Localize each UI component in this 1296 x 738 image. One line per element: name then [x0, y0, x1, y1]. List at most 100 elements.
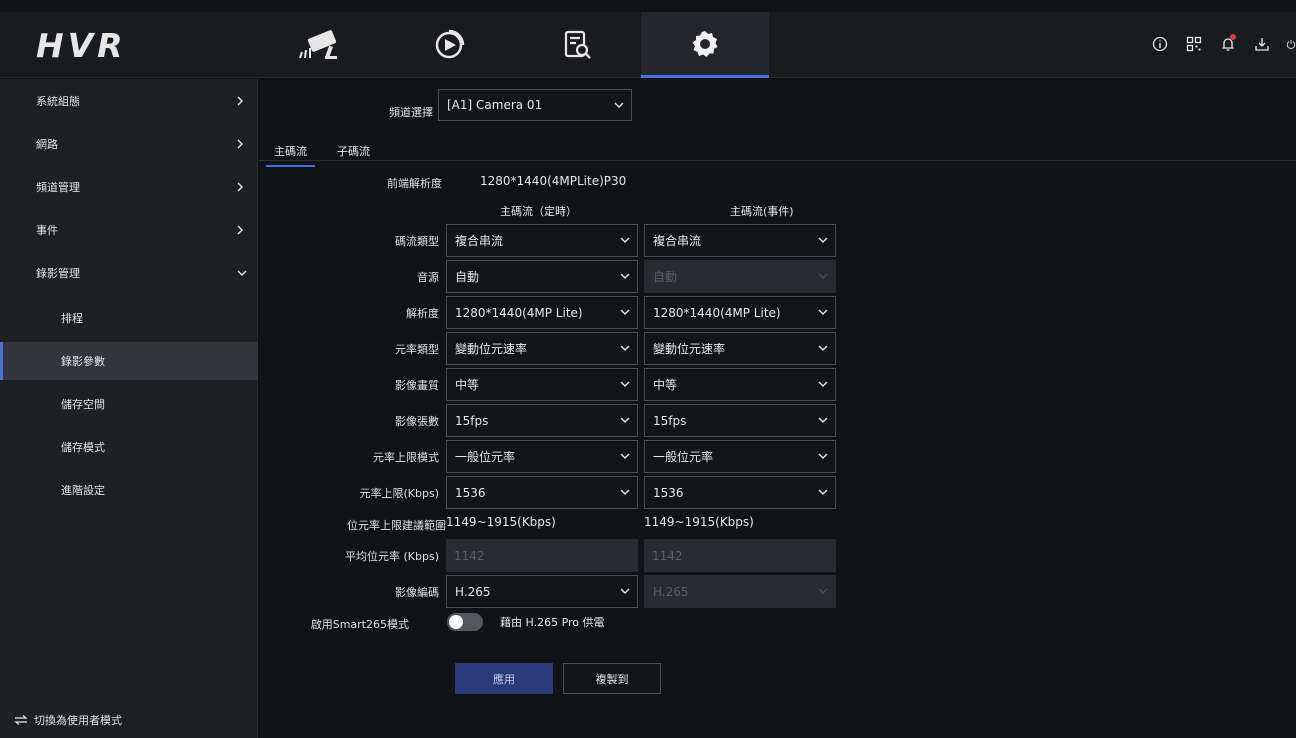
chevron-down-icon — [818, 381, 828, 387]
chevron-right-icon — [237, 139, 243, 149]
gear-icon — [692, 30, 718, 57]
chevron-down-icon — [818, 273, 828, 279]
nav-tab-search[interactable] — [513, 12, 641, 78]
resolution-label: 解析度 — [406, 307, 439, 320]
sidebar-item-storage[interactable]: 儲存空間 — [0, 385, 258, 423]
recommended-range-label: 位元率上限建議範圍 — [347, 519, 446, 532]
apply-button[interactable]: 應用 — [455, 663, 553, 694]
chevron-down-icon — [620, 237, 630, 243]
select-value: 自動 — [455, 270, 480, 284]
bell-icon[interactable] — [1218, 34, 1238, 54]
bitrate-type-label: 元率類型 — [395, 343, 439, 356]
chevron-down-icon — [620, 273, 630, 279]
nav-tab-playback[interactable] — [385, 12, 513, 78]
channel-select[interactable]: [A1] Camera 01 — [438, 89, 632, 121]
info-icon[interactable] — [1150, 34, 1170, 54]
sidebar-item-label: 網路 — [36, 138, 58, 151]
tab-main-stream[interactable]: 主碼流 — [266, 143, 315, 167]
recommended-range-event: 1149~1915(Kbps) — [644, 515, 754, 529]
audio-label: 音源 — [417, 271, 439, 284]
sidebar-item-label: 事件 — [36, 224, 58, 237]
video-quality-select-scheduled[interactable]: 中等 — [446, 368, 638, 401]
power-icon[interactable] — [1286, 34, 1296, 54]
select-value: 自動 — [653, 270, 678, 284]
bitrate-limit-select-scheduled[interactable]: 1536 — [446, 476, 638, 509]
select-value: H.265 — [455, 584, 491, 599]
sidebar: 系統組態 網路 頻道管理 事件 錄影管理 排程 錄影參數 儲存空間 儲存模式 進… — [0, 79, 258, 738]
stream-type-label: 碼流類型 — [395, 235, 439, 248]
tab-sub-stream[interactable]: 子碼流 — [337, 143, 370, 159]
bitrate-type-select-scheduled[interactable]: 變動位元速率 — [446, 332, 638, 365]
sidebar-item-schedule[interactable]: 排程 — [0, 299, 258, 337]
sidebar-item-system[interactable]: 系統組態 — [0, 82, 258, 120]
sidebar-item-channel-management[interactable]: 頻道管理 — [0, 168, 258, 206]
bitrate-limit-select-event[interactable]: 1536 — [644, 476, 836, 509]
video-codec-select-scheduled[interactable]: H.265 — [446, 575, 638, 608]
select-value: 複合串流 — [455, 234, 504, 248]
qr-code-icon[interactable] — [1184, 34, 1204, 54]
top-bar: HVR — [0, 12, 1296, 78]
chevron-down-icon — [818, 237, 828, 243]
average-bitrate-field-scheduled: 1142 — [446, 539, 638, 572]
select-value: 15fps — [455, 413, 489, 428]
sidebar-item-label: 儲存空間 — [61, 398, 105, 411]
video-quality-label: 影像畫質 — [395, 379, 439, 392]
toggle-knob — [449, 615, 463, 629]
sidebar-item-label: 錄影管理 — [36, 267, 80, 280]
select-value: 15fps — [653, 413, 687, 428]
smart265-toggle[interactable] — [447, 613, 483, 631]
chevron-down-icon — [818, 588, 828, 594]
sidebar-item-advanced[interactable]: 進階設定 — [0, 471, 258, 509]
frame-rate-select-event[interactable]: 15fps — [644, 404, 836, 437]
top-right-icons — [1150, 34, 1296, 54]
bitrate-limit-mode-select-event[interactable]: 一般位元率 — [644, 440, 836, 473]
download-icon[interactable] — [1252, 34, 1272, 54]
bitrate-limit-mode-select-scheduled[interactable]: 一般位元率 — [446, 440, 638, 473]
nav-tab-settings[interactable] — [641, 12, 769, 78]
resolution-select-event[interactable]: 1280*1440(4MP Lite) — [644, 296, 836, 329]
main-panel: 頻道選擇 [A1] Camera 01 主碼流 子碼流 前端解析度 1280*1… — [259, 79, 1296, 738]
nav-tab-live-view[interactable] — [256, 12, 384, 78]
front-resolution-label: 前端解析度 — [387, 177, 442, 190]
resolution-select-scheduled[interactable]: 1280*1440(4MP Lite) — [446, 296, 638, 329]
chevron-down-icon — [620, 309, 630, 315]
channel-select-value: [A1] Camera 01 — [447, 98, 543, 112]
stream-type-select-scheduled[interactable]: 複合串流 — [446, 224, 638, 257]
select-value: 變動位元速率 — [455, 342, 528, 356]
switch-mode-label: 切換為使用者模式 — [34, 714, 122, 727]
video-codec-label: 影像編碼 — [395, 586, 439, 599]
chevron-down-icon — [620, 489, 630, 495]
sidebar-item-label: 進階設定 — [61, 484, 105, 497]
switch-user-mode-button[interactable]: 切換為使用者模式 — [14, 712, 122, 728]
audio-select-event: 自動 — [644, 260, 836, 293]
video-quality-select-event[interactable]: 中等 — [644, 368, 836, 401]
sidebar-item-label: 錄影參數 — [61, 355, 105, 368]
swap-arrows-icon — [14, 715, 28, 725]
chevron-down-icon — [620, 588, 630, 594]
stream-tabs: 主碼流 子碼流 — [259, 137, 1296, 167]
copy-to-button[interactable]: 複製到 — [563, 663, 661, 694]
sidebar-item-record-management[interactable]: 錄影管理 — [0, 254, 258, 292]
camera-icon — [299, 30, 337, 59]
bitrate-limit-label: 元率上限(Kbps) — [359, 487, 440, 500]
frame-rate-select-scheduled[interactable]: 15fps — [446, 404, 638, 437]
video-codec-select-event: H.265 — [644, 575, 836, 608]
select-value: 變動位元速率 — [653, 342, 726, 356]
bitrate-limit-mode-label: 元率上限模式 — [373, 451, 439, 464]
chevron-down-icon — [818, 309, 828, 315]
channel-label: 頻道選擇 — [389, 106, 433, 119]
select-value: 一般位元率 — [455, 450, 516, 464]
sidebar-item-network[interactable]: 網路 — [0, 125, 258, 163]
select-value: 中等 — [455, 378, 480, 392]
recommended-range-scheduled: 1149~1915(Kbps) — [446, 515, 556, 529]
select-value: H.265 — [653, 584, 689, 599]
audio-select-scheduled[interactable]: 自動 — [446, 260, 638, 293]
sidebar-item-storage-mode[interactable]: 儲存模式 — [0, 428, 258, 466]
stream-type-select-event[interactable]: 複合串流 — [644, 224, 836, 257]
smart265-note: 藉由 H.265 Pro 供電 — [500, 616, 605, 629]
sidebar-item-record-parameters[interactable]: 錄影參數 — [0, 342, 258, 380]
chevron-down-icon — [818, 417, 828, 423]
bitrate-type-select-event[interactable]: 變動位元速率 — [644, 332, 836, 365]
sidebar-item-events[interactable]: 事件 — [0, 211, 258, 249]
chevron-down-icon — [620, 381, 630, 387]
